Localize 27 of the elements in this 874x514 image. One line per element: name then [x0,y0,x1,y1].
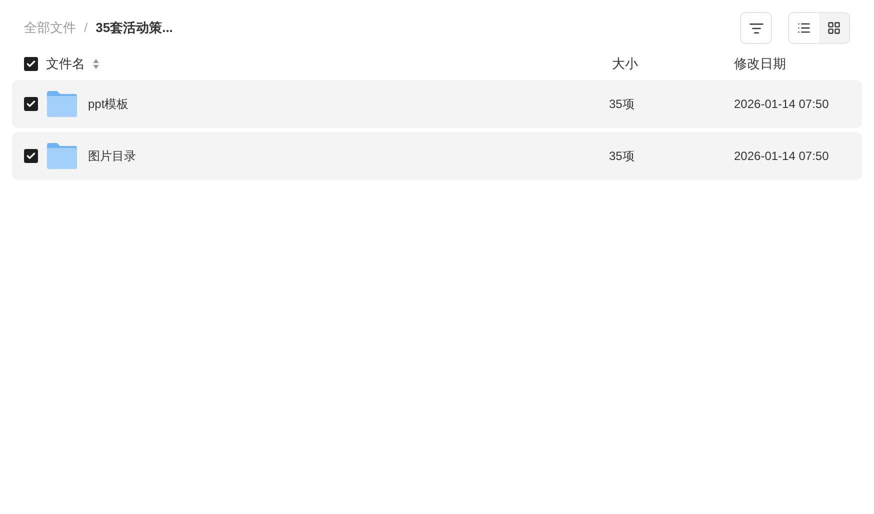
grid-icon [827,21,841,35]
check-icon [26,59,36,69]
column-header[interactable]: 修改日期 [734,56,786,72]
file-size: 35项 [609,149,634,163]
file-row[interactable]: ppt模板 35项 2026-01-14 07:50 [12,80,862,128]
checkbox[interactable] [24,149,38,163]
file-name[interactable]: ppt模板 [88,95,129,113]
modified-date: 2026-01-14 07:50 [734,97,829,111]
sort-button[interactable] [740,12,772,44]
check-icon [26,99,36,109]
folder-icon [47,91,77,117]
list-icon [797,21,811,35]
file-size: 35项 [609,97,634,111]
sort-icon [748,20,764,36]
file-name[interactable]: 图片目录 [88,147,136,165]
checkbox[interactable] [24,97,38,111]
breadcrumb-item[interactable]: 35套活动策... [96,18,173,38]
column-header[interactable]: 大小 [612,56,638,72]
checkbox[interactable] [24,57,38,71]
sort-icon[interactable] [93,59,99,69]
file-row[interactable]: 图片目录 35项 2026-01-14 07:50 [12,132,862,180]
breadcrumb-separator: / [84,19,88,38]
folder-icon [47,143,77,169]
modified-date: 2026-01-14 07:50 [734,149,829,163]
column-header[interactable]: 文件名 [46,54,85,74]
list-view-button[interactable] [789,13,819,43]
check-icon [26,151,36,161]
